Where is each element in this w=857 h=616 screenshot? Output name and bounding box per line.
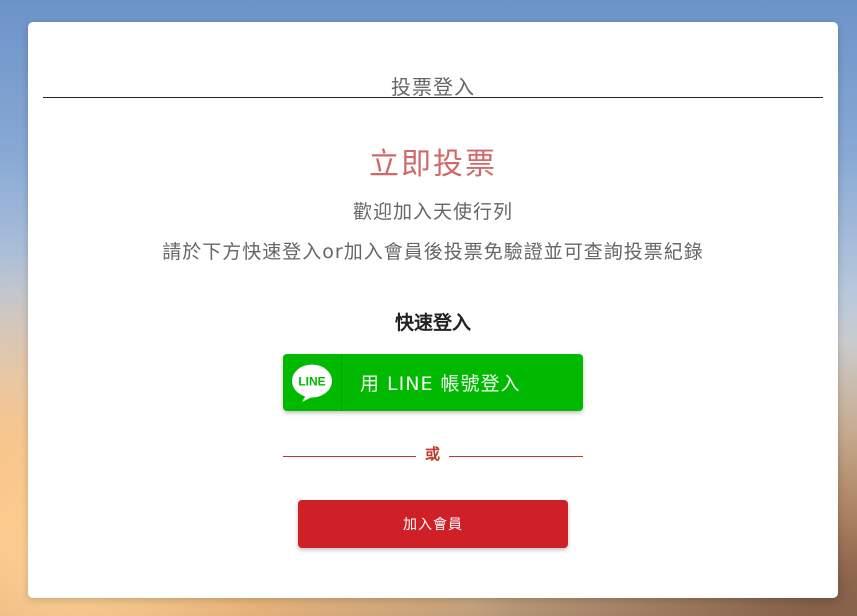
login-card: 投票登入 立即投票 歡迎加入天使行列 請於下方快速登入or加入會員後投票免驗證並… bbox=[28, 22, 838, 598]
line-logo-icon: LINE bbox=[283, 354, 342, 411]
header-divider bbox=[43, 97, 823, 98]
or-divider-right bbox=[449, 456, 583, 457]
instructions-text: 請於下方快速登入or加入會員後投票免驗證並可查詢投票紀錄 bbox=[162, 241, 704, 263]
line-logo-text: LINE bbox=[298, 374, 325, 388]
welcome-text: 歡迎加入天使行列 bbox=[352, 201, 513, 223]
or-divider-text: 或 bbox=[424, 445, 440, 463]
page-title: 投票登入 bbox=[391, 75, 475, 99]
line-login-button[interactable]: LINE 用 LINE 帳號登入 bbox=[283, 354, 583, 411]
line-login-label: 用 LINE 帳號登入 bbox=[360, 373, 521, 395]
headline: 立即投票 bbox=[369, 147, 497, 182]
quick-login-title: 快速登入 bbox=[394, 312, 471, 334]
join-member-button[interactable]: 加入會員 bbox=[298, 500, 568, 548]
or-divider-left bbox=[283, 456, 416, 457]
